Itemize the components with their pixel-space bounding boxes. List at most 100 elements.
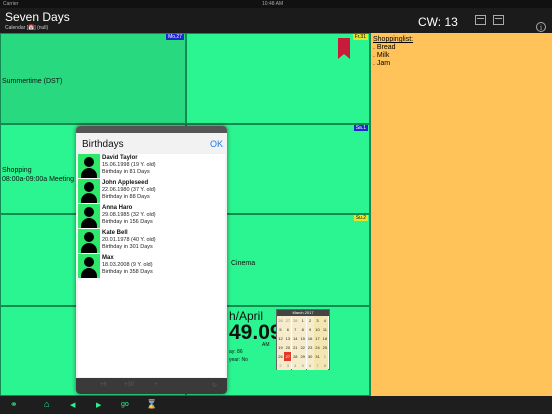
shoppinglist-item: . Jam <box>373 60 391 67</box>
ok-button[interactable]: OK <box>210 139 223 149</box>
date-time: 49.09 <box>229 321 282 344</box>
mini-calendar-day[interactable]: 7 <box>314 361 321 370</box>
mini-calendar-day[interactable]: 8 <box>299 325 307 334</box>
list-item[interactable]: John Appleseed 22.06.1980 (37 Y. old) Bi… <box>78 179 225 204</box>
event-cinema[interactable]: Cinema <box>231 260 255 267</box>
mini-calendar-day[interactable]: 7 <box>291 325 299 334</box>
birth-date: 15.06.1998 (19 Y. old) <box>102 162 156 168</box>
event-summertime[interactable]: Summertime (DST) <box>2 78 62 85</box>
mini-calendar-day[interactable]: 4 <box>291 361 299 370</box>
mini-calendar-day[interactable]: 5 <box>299 361 307 370</box>
mini-calendar-day[interactable]: 2 <box>306 316 314 325</box>
avatar <box>78 229 100 253</box>
day-tag-su: Su.2 <box>353 215 368 221</box>
mini-calendar-day[interactable]: 2 <box>277 361 284 370</box>
birth-date: 18.03.2008 (9 Y. old) <box>102 262 153 268</box>
shoppinglist-panel[interactable]: Shoppinglist: . Bread . Milk . Jam <box>370 33 552 396</box>
refresh-icon[interactable]: ↻ <box>212 382 217 389</box>
app-subtitle: Calendar [📅] (null) <box>5 25 49 31</box>
footer-button[interactable]: + <box>154 382 158 388</box>
birthday-countdown: Birthday in 88 Days <box>102 194 150 200</box>
calendar-list-icon[interactable] <box>493 15 504 25</box>
mini-calendar-day[interactable]: 14 <box>291 334 299 343</box>
date-ampm: AM <box>262 342 270 348</box>
hourglass-icon[interactable]: ⌛ <box>146 399 157 410</box>
calendar-grid-icon[interactable] <box>475 15 486 25</box>
app-title: Seven Days <box>5 10 70 24</box>
mini-calendar-day[interactable]: 6 <box>306 361 314 370</box>
shoppinglist-title: Shoppinglist: <box>373 36 414 43</box>
mini-calendar-day[interactable]: 10 <box>314 325 321 334</box>
mini-calendar-day[interactable]: 4 <box>321 316 329 325</box>
mini-calendar-day[interactable]: 1 <box>299 316 307 325</box>
mini-calendar-day[interactable]: 9 <box>306 325 314 334</box>
bottom-toolbar: ⚭ ⌂ ◀ ▶ go ⌛ <box>0 396 552 414</box>
birth-date: 22.06.1980 (37 Y. old) <box>102 187 156 193</box>
info-icon[interactable]: i <box>536 22 546 32</box>
popup-top-bar <box>76 126 227 133</box>
mini-calendar-day[interactable]: 6 <box>284 325 292 334</box>
mini-calendar-day[interactable]: 17 <box>314 334 321 343</box>
day-tag-mo: Mo.27 <box>166 34 184 40</box>
prev-icon[interactable]: ◀ <box>70 401 75 409</box>
mini-calendar-day[interactable]: 28 <box>291 352 299 361</box>
mini-calendar-day[interactable]: 24 <box>314 343 321 352</box>
go-button[interactable]: go <box>121 401 129 408</box>
mini-calendar[interactable]: March 2017 26 27 28 1 2 3 4 5 6 7 8 9 10 11 12 13 14 15 16… <box>276 309 330 370</box>
mini-calendar-day[interactable]: 20 <box>284 343 292 352</box>
list-item[interactable]: David Taylor 15.06.1998 (19 Y. old) Birt… <box>78 154 225 179</box>
mini-calendar-day[interactable]: 26 <box>277 316 284 325</box>
mini-calendar-day[interactable]: 15 <box>299 334 307 343</box>
avatar <box>78 154 100 178</box>
birthday-countdown: Birthday in 156 Days <box>102 219 153 225</box>
mini-calendar-day[interactable]: 18 <box>321 334 329 343</box>
mini-calendar-day[interactable]: 31 <box>314 352 321 361</box>
shoppinglist-item: . Milk <box>373 52 390 59</box>
mini-calendar-day[interactable]: 21 <box>291 343 299 352</box>
mini-calendar-day[interactable]: 26 <box>277 352 284 361</box>
list-item[interactable]: Kate Bell 20.01.1978 (40 Y. old) Birthda… <box>78 229 225 254</box>
mini-calendar-day[interactable]: 29 <box>299 352 307 361</box>
day-cell-monday[interactable]: Mo.27 Summertime (DST) <box>0 33 186 124</box>
mini-calendar-day[interactable]: 25 <box>321 343 329 352</box>
mini-calendar-day[interactable]: 19 <box>277 343 284 352</box>
person-name: John Appleseed <box>102 180 149 186</box>
mini-calendar-day[interactable]: 5 <box>277 325 284 334</box>
mini-calendar-day[interactable]: 1 <box>321 352 329 361</box>
footer-button[interactable]: +6 <box>100 382 107 388</box>
status-time: 10:48 AM <box>262 1 284 7</box>
mini-calendar-day[interactable]: 28 <box>291 316 299 325</box>
list-item[interactable]: Max 18.03.2008 (9 Y. old) Birthday in 35… <box>78 254 225 279</box>
status-bar: Carrier 10:48 AM <box>0 0 552 8</box>
date-leap-year: year: No <box>229 357 248 363</box>
mini-calendar-day[interactable]: 27 <box>284 352 292 361</box>
mini-calendar-day[interactable]: 27 <box>284 316 292 325</box>
link-icon[interactable]: ⚭ <box>10 399 18 410</box>
mini-calendar-day[interactable]: 22 <box>299 343 307 352</box>
app-header: Seven Days Calendar [📅] (null) CW: 13 i <box>0 8 552 33</box>
footer-button[interactable]: +30 <box>124 382 134 388</box>
birth-date: 20.01.1978 (40 Y. old) <box>102 237 156 243</box>
mini-calendar-day[interactable]: 12 <box>277 334 284 343</box>
mini-calendar-day[interactable]: 3 <box>314 316 321 325</box>
event-meeting[interactable]: 08:00a-09:00a Meeting <box>2 176 74 183</box>
person-name: David Taylor <box>102 155 138 161</box>
home-icon[interactable]: ⌂ <box>44 399 49 409</box>
birthday-countdown: Birthday in 81 Days <box>102 169 150 175</box>
birthdays-list[interactable]: David Taylor 15.06.1998 (19 Y. old) Birt… <box>78 154 225 377</box>
day-tag-fr: Fr.31 <box>352 34 368 40</box>
list-item[interactable]: Anna Haro 29.08.1985 (32 Y. old) Birthda… <box>78 204 225 229</box>
popup-title: Birthdays <box>82 139 124 150</box>
calendar-week-label: CW: 13 <box>418 15 458 29</box>
mini-calendar-day[interactable]: 23 <box>306 343 314 352</box>
mini-calendar-day[interactable]: 11 <box>321 325 329 334</box>
bookmark-icon[interactable] <box>338 38 350 59</box>
mini-calendar-day[interactable]: 13 <box>284 334 292 343</box>
mini-calendar-day[interactable]: 16 <box>306 334 314 343</box>
next-icon[interactable]: ▶ <box>96 401 101 409</box>
mini-calendar-day[interactable]: 3 <box>284 361 292 370</box>
mini-calendar-day[interactable]: 8 <box>321 361 329 370</box>
event-shopping[interactable]: Shopping <box>2 167 32 174</box>
birthday-countdown: Birthday in 301 Days <box>102 244 153 250</box>
mini-calendar-day[interactable]: 30 <box>306 352 314 361</box>
